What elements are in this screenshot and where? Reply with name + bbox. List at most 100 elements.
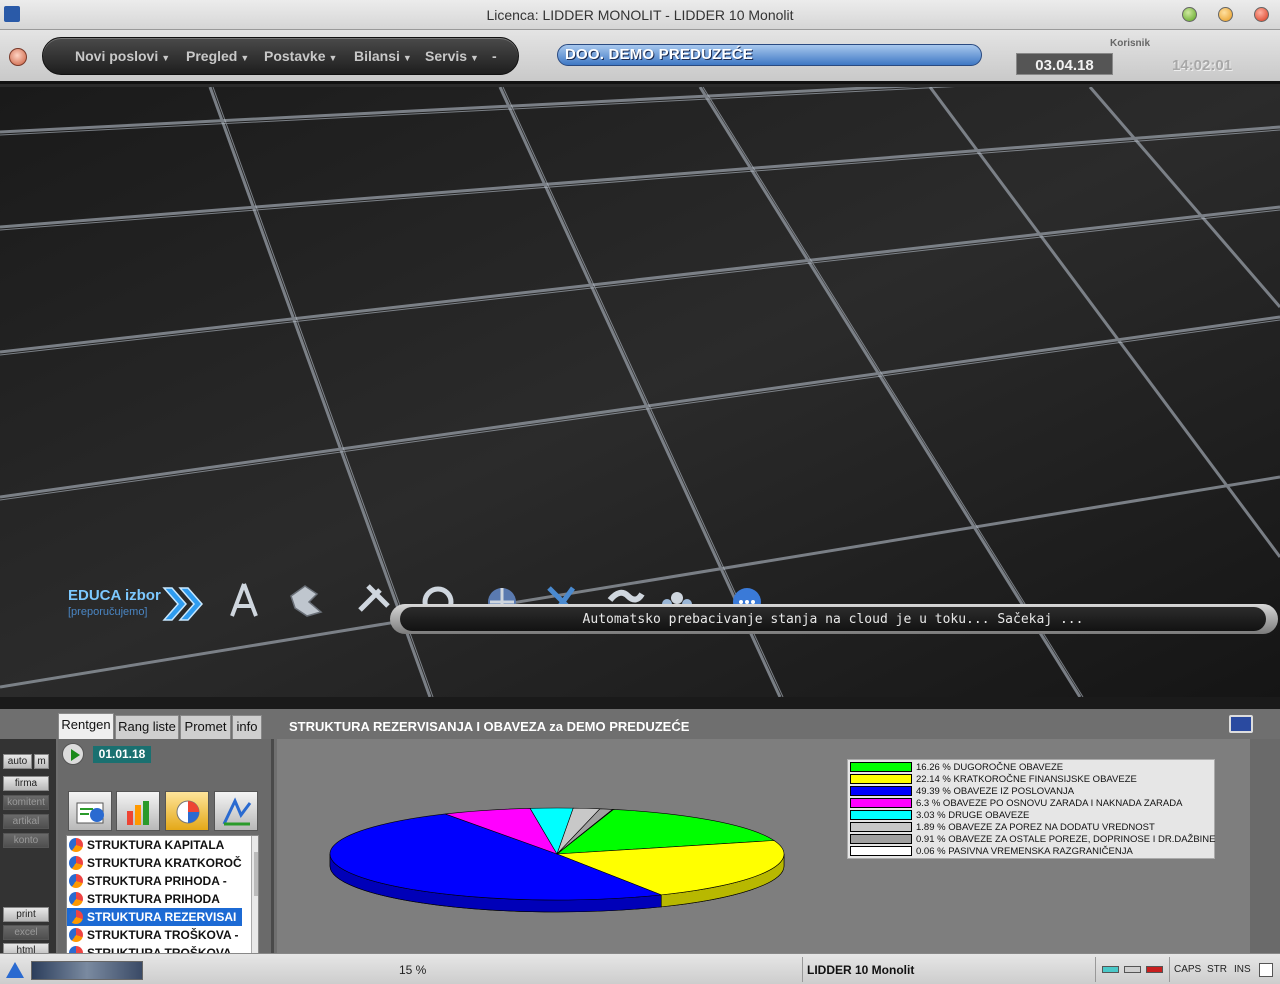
legend-swatch <box>850 774 912 784</box>
right-toolbar <box>1250 739 1280 953</box>
monitor-icon[interactable] <box>1229 715 1253 733</box>
legend-entry: 0.06 % PASIVNA VREMENSKA RAZGRANIČENJA <box>850 846 1133 858</box>
bar-chart-tool[interactable] <box>116 791 160 831</box>
legend-label: 6.3 % OBAVEZE PO OSNOVU ZARADA I NAKNADA… <box>916 798 1183 809</box>
firma-button[interactable]: firma <box>3 776 49 791</box>
m-button[interactable]: m <box>34 754 49 769</box>
play-icon[interactable] <box>62 743 84 765</box>
ins-indicator: INS <box>1234 964 1251 975</box>
status-bar: 15 % LIDDER 10 Monolit CAPS STR INS <box>0 953 1280 984</box>
pie-chart-icon <box>176 800 200 824</box>
maximize-button[interactable] <box>1218 7 1233 22</box>
list-item-label: STRUKTURA REZERVISAI <box>87 910 237 924</box>
tab-rentgen[interactable]: Rentgen <box>58 713 114 739</box>
line-chart-tool[interactable] <box>214 791 258 831</box>
list-item[interactable]: STRUKTURA TROŠKOVA - <box>67 926 242 944</box>
window-title: Licenca: LIDDER MONOLIT - LIDDER 10 Mono… <box>486 7 794 23</box>
pie-chart <box>329 807 785 913</box>
legend-label: 16.26 % DUGOROČNE OBAVEZE <box>916 762 1064 773</box>
menu-postavke[interactable]: Postavke ▼ <box>264 48 337 64</box>
menu-label: Novi poslovi <box>75 48 159 64</box>
report-icon <box>69 928 83 942</box>
artikal-button[interactable]: artikal <box>3 814 49 829</box>
caret-down-icon: ▼ <box>161 53 171 63</box>
menu-servis[interactable]: Servis ▼ <box>425 48 479 64</box>
legend-label: 3.03 % DRUGE OBAVEZE <box>916 810 1030 821</box>
list-item[interactable]: STRUKTURA KAPITALA <box>67 836 242 854</box>
pie-chart-tool[interactable] <box>165 791 209 831</box>
minimize-button[interactable] <box>1182 7 1197 22</box>
list-item[interactable]: STRUKTURA KRATKOROČ <box>67 854 242 872</box>
legend-label: 1.89 % OBAVEZE ZA POREZ NA DODATU VREDNO… <box>916 822 1155 833</box>
menu-novi-poslovi[interactable]: Novi poslovi ▼ <box>75 48 170 64</box>
date-display[interactable]: 03.04.18 <box>1016 53 1113 75</box>
divider <box>802 957 803 982</box>
list-scrollbar[interactable] <box>251 836 258 958</box>
menu-bar: Novi poslovi ▼ Pregled ▼ Postavke ▼ Bilansi… <box>0 30 1280 84</box>
line-chart-icon <box>222 797 252 826</box>
power-icon[interactable] <box>9 48 27 66</box>
caret-down-icon: ▼ <box>328 53 338 63</box>
legend-swatch <box>850 786 912 796</box>
progress-bar <box>31 961 143 980</box>
menu-extra[interactable]: - <box>492 48 497 64</box>
legend-swatch <box>850 846 912 856</box>
scrollbar-thumb[interactable] <box>254 852 258 896</box>
tab-promet[interactable]: Promet <box>180 715 231 739</box>
legend-label: 0.91 % OBAVEZE ZA OSTALE POREZE, DOPRINO… <box>916 834 1216 845</box>
table-chart-tool[interactable] <box>68 791 112 831</box>
str-indicator: STR <box>1207 964 1227 975</box>
komitent-button[interactable]: komitent <box>3 795 49 810</box>
app-name: LIDDER 10 Monolit <box>807 963 915 977</box>
list-item-label: STRUKTURA TROŠKOVA - <box>87 928 239 942</box>
legend-entry: 1.89 % OBAVEZE ZA POREZ NA DODATU VREDNO… <box>850 822 1155 834</box>
desktop-background: EDUCA izbor [preporučujemo] Automatsko p… <box>0 87 1280 697</box>
cloud-sync-notification: Automatsko prebacivanje stanja na cloud … <box>390 604 1278 634</box>
cloud-sync-message: Automatsko prebacivanje stanja na cloud … <box>582 612 1084 627</box>
konto-button[interactable]: konto <box>3 833 49 848</box>
list-item[interactable]: STRUKTURA PRIHODA <box>67 890 242 908</box>
legend-swatch <box>850 834 912 844</box>
legend-entry: 16.26 % DUGOROČNE OBAVEZE <box>850 762 1063 774</box>
report-icon <box>69 910 83 924</box>
menu-label: Bilansi <box>354 48 400 64</box>
chart-title: STRUKTURA REZERVISANJA I OBAVEZA za DEMO… <box>289 719 690 734</box>
legend-swatch <box>850 798 912 808</box>
caps-indicator: CAPS <box>1174 964 1202 975</box>
list-item-selected[interactable]: STRUKTURA REZERVISAI <box>67 908 242 926</box>
legend-label: 0.06 % PASIVNA VREMENSKA RAZGRANIČENJA <box>916 846 1133 857</box>
menu-label: Pregled <box>186 48 238 64</box>
legend-entry: 6.3 % OBAVEZE PO OSNOVU ZARADA I NAKNADA… <box>850 798 1182 810</box>
report-icon <box>69 838 83 852</box>
compass-icon[interactable] <box>224 580 264 620</box>
status-led-red <box>1146 966 1163 973</box>
menu-label: Servis <box>425 48 468 64</box>
main-menu: Novi poslovi ▼ Pregled ▼ Postavke ▼ Bilansi… <box>42 37 519 75</box>
print-button[interactable]: print <box>3 907 49 922</box>
status-led-cyan <box>1102 966 1119 973</box>
tab-info[interactable]: info <box>232 715 262 739</box>
period-date[interactable]: 01.01.18 <box>93 746 151 763</box>
double-chevron-icon[interactable] <box>162 584 206 624</box>
caret-down-icon: ▼ <box>402 53 412 63</box>
report-selector: 01.01.18 STRUKTURA KAPITALA STRUKTURA KR… <box>58 739 274 959</box>
list-item[interactable]: STRUKTURA PRIHODA - <box>67 872 242 890</box>
menu-bilansi[interactable]: Bilansi ▼ <box>354 48 412 64</box>
report-icon <box>69 874 83 888</box>
legend-label: 49.39 % OBAVEZE IZ POSLOVANJA <box>916 786 1075 797</box>
excel-button[interactable]: excel <box>3 925 49 940</box>
company-name-bar[interactable]: DOO. DEMO PREDUZEĆE <box>557 44 982 66</box>
tools-icon[interactable] <box>354 580 394 620</box>
list-item-label: STRUKTURA PRIHODA <box>87 892 220 906</box>
educa-subtitle: [preporučujemo] <box>68 606 148 618</box>
tab-rang-liste[interactable]: Rang liste <box>115 715 179 739</box>
connector-icon[interactable] <box>287 580 327 620</box>
educa-label[interactable]: EDUCA izbor [preporučujemo] <box>68 587 161 618</box>
menu-pregled[interactable]: Pregled ▼ <box>186 48 249 64</box>
report-list[interactable]: STRUKTURA KAPITALA STRUKTURA KRATKOROČ S… <box>66 835 259 959</box>
date-text: 03.04.18 <box>1035 57 1094 74</box>
clock-display: 14:02:01 <box>1172 57 1233 74</box>
resize-grip-icon[interactable] <box>1259 963 1273 977</box>
close-button[interactable] <box>1254 7 1269 22</box>
auto-button[interactable]: auto <box>3 754 32 769</box>
